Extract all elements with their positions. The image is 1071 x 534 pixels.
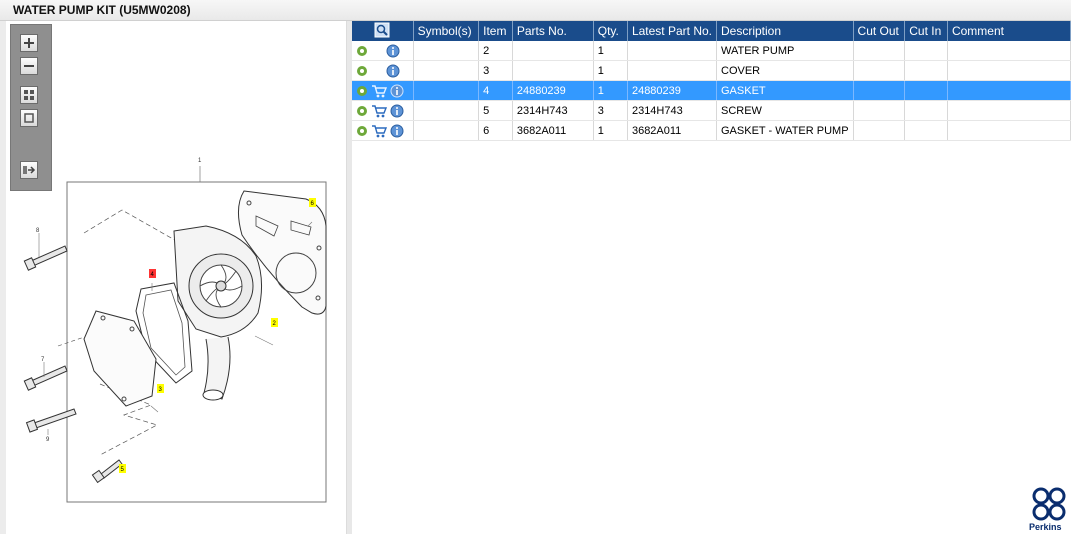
callout-9: 9 <box>46 437 50 443</box>
cell-qty: 1 <box>593 120 628 141</box>
gear-icon[interactable] <box>356 105 368 117</box>
row-actions <box>352 41 414 61</box>
cell-parts-no: 2314H743 <box>512 100 594 121</box>
cell-latest-part-no <box>627 41 718 61</box>
cell-description: SCREW <box>716 100 854 121</box>
cell-item: 2 <box>478 41 513 61</box>
parts-list-panel: Symbol(s) Item Parts No. Qty. Latest Par… <box>352 21 1071 534</box>
callout-8: 8 <box>36 228 40 234</box>
table-row[interactable]: 2 1 WATER PUMP <box>352 41 1071 61</box>
cell-comment <box>947 80 1071 101</box>
header-description[interactable]: Description <box>716 21 854 41</box>
cell-qty: 3 <box>593 100 628 121</box>
cell-parts-no <box>512 41 594 61</box>
cell-cut-out <box>853 100 906 121</box>
cell-cut-out <box>853 120 906 141</box>
diagram-panel: 1 8 7 9 4 2 3 5 6 <box>6 21 346 534</box>
cell-item: 3 <box>478 60 513 81</box>
cell-latest-part-no: 24880239 <box>627 80 718 101</box>
info-icon[interactable] <box>390 104 404 118</box>
window-title: WATER PUMP KIT (U5MW0208) <box>13 3 191 17</box>
row-actions <box>352 100 414 121</box>
cell-latest-part-no: 3682A011 <box>627 120 718 141</box>
cell-symbols <box>413 41 480 61</box>
header-parts-no[interactable]: Parts No. <box>512 21 594 41</box>
gear-icon[interactable] <box>356 45 368 57</box>
cell-qty: 1 <box>593 80 628 101</box>
cell-cut-out <box>853 41 906 61</box>
cell-item: 5 <box>478 100 513 121</box>
cell-parts-no: 3682A011 <box>512 120 594 141</box>
header-item[interactable]: Item <box>478 21 513 41</box>
brand-name: Perkins <box>1029 522 1062 532</box>
row-actions <box>352 120 414 141</box>
cell-description: GASKET <box>716 80 854 101</box>
cell-latest-part-no <box>627 60 718 81</box>
title-bar: WATER PUMP KIT (U5MW0208) <box>0 0 1071 21</box>
header-cut-in[interactable]: Cut In <box>904 21 948 41</box>
cell-comment <box>947 100 1071 121</box>
search-icon <box>374 22 390 37</box>
info-icon[interactable] <box>386 64 400 78</box>
gear-icon[interactable] <box>356 85 368 97</box>
cell-cut-in <box>904 100 948 121</box>
cell-comment <box>947 60 1071 81</box>
header-symbols[interactable]: Symbol(s) <box>413 21 480 41</box>
gear-icon[interactable] <box>356 125 368 137</box>
info-icon[interactable] <box>390 124 404 138</box>
cart-icon[interactable] <box>371 84 387 98</box>
header-latest-part-no[interactable]: Latest Part No. <box>627 21 718 41</box>
cell-cut-in <box>904 41 948 61</box>
row-actions <box>352 80 414 101</box>
cell-cut-in <box>904 80 948 101</box>
parts-table: Symbol(s) Item Parts No. Qty. Latest Par… <box>352 21 1071 141</box>
header-qty[interactable]: Qty. <box>593 21 628 41</box>
cell-parts-no: 24880239 <box>512 80 594 101</box>
cell-comment <box>947 41 1071 61</box>
cell-symbols <box>413 120 480 141</box>
cell-qty: 1 <box>593 60 628 81</box>
cart-icon[interactable] <box>371 104 387 118</box>
header-comment[interactable]: Comment <box>947 21 1071 41</box>
table-row-selected[interactable]: 4 24880239 1 24880239 GASKET <box>352 80 1071 101</box>
row-actions <box>352 60 414 81</box>
cell-cut-in <box>904 60 948 81</box>
cell-description: COVER <box>716 60 854 81</box>
info-icon[interactable] <box>390 84 404 98</box>
cell-parts-no <box>512 60 594 81</box>
cell-comment <box>947 120 1071 141</box>
info-icon[interactable] <box>386 44 400 58</box>
cell-latest-part-no: 2314H743 <box>627 100 718 121</box>
cart-icon[interactable] <box>371 124 387 138</box>
gear-icon[interactable] <box>356 65 368 77</box>
callout-7: 7 <box>41 357 45 363</box>
exploded-parts-diagram[interactable]: 1 8 7 9 4 2 3 5 6 <box>6 21 346 534</box>
table-header-row: Symbol(s) Item Parts No. Qty. Latest Par… <box>352 21 1071 41</box>
cell-item: 4 <box>478 80 513 101</box>
table-row[interactable]: 3 1 COVER <box>352 60 1071 81</box>
callout-1: 1 <box>198 158 202 164</box>
table-row[interactable]: 6 3682A011 1 3682A011 GASKET - WATER PUM… <box>352 120 1071 141</box>
cell-cut-out <box>853 60 906 81</box>
table-row[interactable]: 5 2314H743 3 2314H743 SCREW <box>352 100 1071 121</box>
cell-description: WATER PUMP <box>716 41 854 61</box>
cell-symbols <box>413 60 480 81</box>
cell-cut-out <box>853 80 906 101</box>
cell-symbols <box>413 100 480 121</box>
cell-description: GASKET - WATER PUMP <box>716 120 854 141</box>
cell-item: 6 <box>478 120 513 141</box>
cell-symbols <box>413 80 480 101</box>
header-cut-out[interactable]: Cut Out <box>853 21 906 41</box>
cell-qty: 1 <box>593 41 628 61</box>
cell-cut-in <box>904 120 948 141</box>
header-search[interactable] <box>352 21 414 41</box>
